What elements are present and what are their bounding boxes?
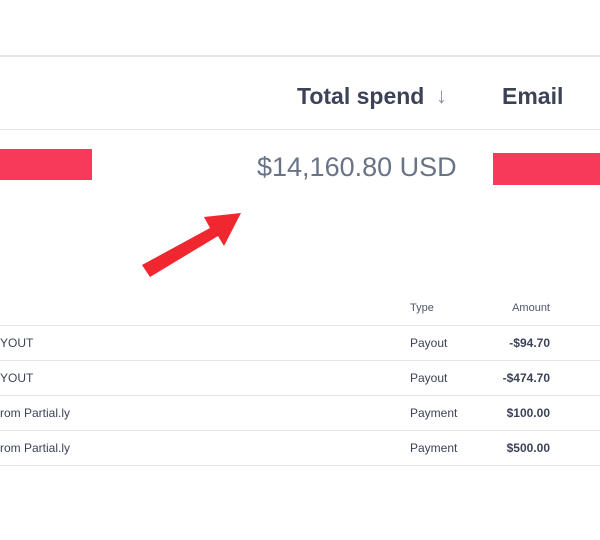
table-row[interactable]: rom Partial.ly Payment $500.00 (0, 431, 600, 466)
table-row[interactable]: YOUT Payout -$94.70 (0, 326, 600, 361)
transaction-amount: $500.00 (506, 441, 550, 455)
transaction-type: Payment (410, 441, 458, 455)
table-row[interactable]: YOUT Payout -$474.70 (0, 361, 600, 396)
column-header-email[interactable]: Email (502, 83, 563, 109)
transaction-amount: $100.00 (506, 406, 550, 420)
column-header-type[interactable]: Type (410, 301, 434, 315)
transaction-description: YOUT (0, 336, 34, 350)
transaction-amount: -$474.70 (502, 371, 550, 385)
customers-table-header: Total spend ↓ Email (0, 57, 600, 130)
column-header-total-spend[interactable]: Total spend (297, 83, 424, 109)
total-spend-value: $14,160.80 USD (257, 152, 457, 182)
transaction-amount: -$94.70 (509, 336, 550, 350)
column-header-amount[interactable]: Amount (512, 301, 550, 315)
transaction-description: rom Partial.ly (0, 441, 71, 455)
transactions-table-header: Type Amount (0, 290, 600, 326)
transaction-description: rom Partial.ly (0, 406, 71, 420)
transaction-description: YOUT (0, 371, 34, 385)
sort-descending-icon[interactable]: ↓ (436, 83, 447, 109)
screenshot-canvas: Total spend ↓ Email $14,160.80 USD Type … (0, 0, 600, 540)
table-row[interactable]: rom Partial.ly Payment $100.00 (0, 396, 600, 431)
transaction-type: Payout (410, 371, 448, 385)
annotation-arrow-shape (142, 213, 241, 277)
redacted-customer-name (0, 149, 92, 180)
redacted-customer-email (493, 153, 600, 185)
annotation-arrow-icon (142, 213, 241, 277)
transaction-type: Payment (410, 406, 458, 420)
transaction-type: Payout (410, 336, 448, 350)
